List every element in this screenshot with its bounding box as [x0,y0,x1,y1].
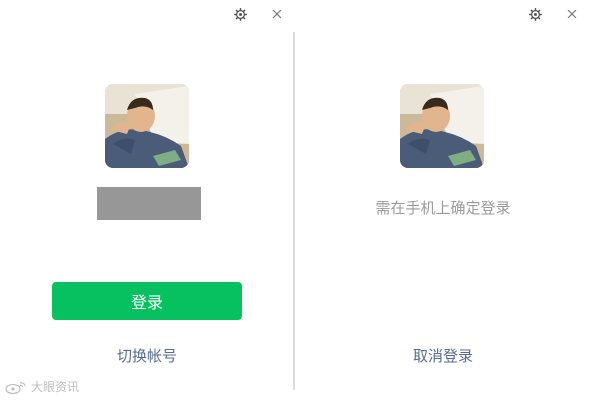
watermark-text: 大眼资讯 [31,380,80,394]
avatar [400,84,484,168]
settings-icon[interactable] [232,6,248,22]
close-icon[interactable] [564,6,580,22]
confirm-on-phone-hint: 需在手机上确定登录 [375,199,511,217]
avatar [105,84,189,168]
close-icon[interactable] [269,6,285,22]
settings-icon[interactable] [527,6,543,22]
watermark: 大眼资讯 [5,378,79,395]
panel-divider [293,32,295,390]
cancel-login-link[interactable]: 取消登录 [296,345,590,366]
masked-username [97,187,201,220]
login-button[interactable]: 登录 [52,282,242,320]
weibo-logo-icon [5,381,26,394]
login-panel-right: 需在手机上确定登录 取消登录 [296,0,590,400]
login-panel-left: 登录 切换帐号 大眼资讯 [0,0,294,400]
switch-account-link[interactable]: 切换帐号 [0,345,294,366]
